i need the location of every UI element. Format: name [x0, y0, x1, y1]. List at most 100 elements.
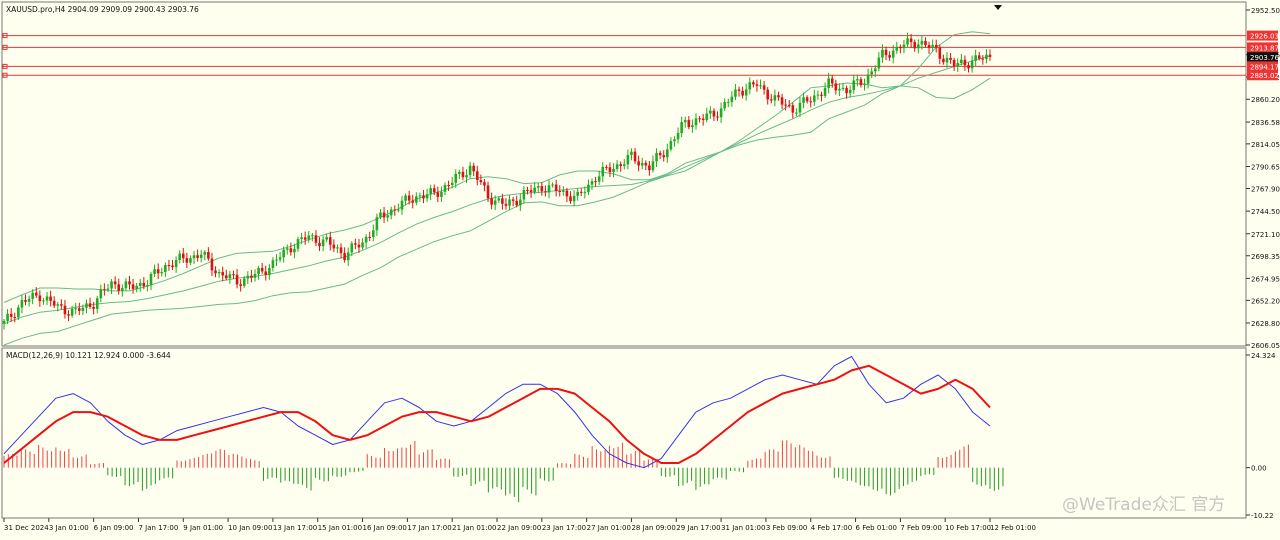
- candle-body: [612, 168, 615, 173]
- time-tick-label: 3 Jan 01:00: [49, 524, 89, 532]
- candle-body: [217, 272, 221, 274]
- candle-body: [752, 82, 755, 85]
- candle-body: [744, 89, 748, 96]
- candle-body: [529, 190, 533, 193]
- candle-body: [762, 85, 766, 90]
- candle-body: [407, 195, 411, 201]
- candle-body: [325, 237, 328, 240]
- candle-body: [648, 165, 651, 171]
- candle-body: [285, 248, 289, 250]
- candle-body: [637, 161, 640, 166]
- candle-body: [440, 191, 443, 197]
- price-tick-label: 2674.95: [1251, 275, 1280, 283]
- candle-body: [576, 191, 579, 196]
- candle-body: [393, 209, 397, 211]
- candle-body: [590, 181, 594, 185]
- candle-body: [533, 187, 536, 193]
- candle-body: [830, 78, 834, 84]
- candle-body: [709, 110, 712, 114]
- candle-body: [56, 304, 60, 306]
- candle-body: [253, 274, 257, 278]
- candle-body: [379, 212, 382, 218]
- symbol-header: XAUUSD.pro,H4 2904.09 2909.09 2900.43 29…: [6, 5, 199, 14]
- candle-body: [795, 112, 798, 114]
- candle-body: [838, 88, 841, 91]
- candle-body: [17, 307, 20, 318]
- candle-body: [701, 118, 705, 121]
- time-tick-label: 27 Jan 01:00: [587, 524, 631, 532]
- candle-body: [938, 47, 942, 59]
- candle-body: [372, 230, 375, 237]
- candle-body: [171, 265, 174, 268]
- candle-body: [271, 260, 275, 268]
- candle-body: [24, 300, 27, 302]
- candle-body: [60, 304, 63, 306]
- candle-body: [242, 278, 246, 286]
- candle-body: [802, 97, 805, 103]
- candle-body: [726, 101, 730, 103]
- candle-body: [318, 242, 321, 247]
- candle-body: [594, 181, 597, 183]
- candle-body: [2, 320, 6, 324]
- candle-body: [508, 199, 511, 206]
- candle-body: [791, 105, 795, 113]
- price-pane-bg: [1, 1, 1247, 347]
- candle-body: [551, 184, 554, 186]
- candle-body: [619, 164, 622, 167]
- candle-body: [873, 68, 877, 72]
- candle-body: [956, 63, 960, 67]
- candle-body: [472, 165, 475, 172]
- candle-body: [536, 186, 540, 188]
- price-tick-label: 2836.58: [1251, 119, 1280, 127]
- candle-body: [655, 152, 658, 162]
- candle-body: [759, 85, 762, 87]
- level-tag-label: 2926.03: [1250, 33, 1279, 41]
- candle-body: [730, 96, 734, 102]
- price-tick-label: 2814.05: [1251, 141, 1280, 149]
- candle-body: [544, 191, 547, 193]
- chart-svg[interactable]: 2952.502906.262883.222860.202836.582814.…: [0, 0, 1280, 536]
- candle-body: [20, 300, 24, 308]
- candle-body: [870, 71, 873, 75]
- candle-body: [246, 275, 250, 279]
- candle-body: [587, 184, 590, 193]
- candle-body: [303, 237, 307, 240]
- time-tick-label: 16 Jan 09:00: [363, 524, 407, 532]
- candle-body: [49, 296, 52, 301]
- candle-body: [475, 171, 479, 181]
- price-tick-label: 2952.50: [1251, 7, 1280, 15]
- candle-body: [138, 282, 142, 286]
- candle-body: [146, 285, 149, 287]
- chart-root[interactable]: 2952.502906.262883.222860.202836.582814.…: [0, 0, 1280, 536]
- candle-body: [565, 190, 569, 197]
- candle-body: [174, 259, 178, 268]
- candle-body: [92, 306, 95, 309]
- candle-body: [42, 300, 45, 302]
- candle-body: [38, 295, 42, 302]
- candle-body: [558, 190, 562, 192]
- candle-body: [970, 60, 974, 69]
- candle-body: [117, 284, 121, 291]
- candle-body: [368, 236, 372, 238]
- candle-body: [780, 97, 784, 105]
- candle-body: [934, 45, 938, 48]
- candle-body: [156, 269, 160, 274]
- candle-body: [927, 45, 931, 49]
- candle-body: [866, 74, 870, 84]
- candle-body: [185, 258, 189, 263]
- candle-body: [673, 139, 676, 142]
- time-tick-label: 9 Jan 01:00: [183, 524, 223, 532]
- candle-body: [468, 165, 472, 176]
- candle-body: [579, 191, 583, 193]
- candle-body: [346, 252, 350, 261]
- candle-body: [389, 209, 393, 216]
- candle-body: [479, 180, 483, 183]
- time-tick-label: 15 Jan 01:00: [318, 524, 362, 532]
- candle-body: [949, 57, 952, 60]
- candle-body: [784, 104, 787, 106]
- candle-body: [135, 285, 138, 289]
- time-tick-label: 22 Jan 09:00: [497, 524, 541, 532]
- candle-body: [734, 89, 737, 97]
- candle-body: [128, 281, 131, 285]
- candle-body: [547, 185, 551, 193]
